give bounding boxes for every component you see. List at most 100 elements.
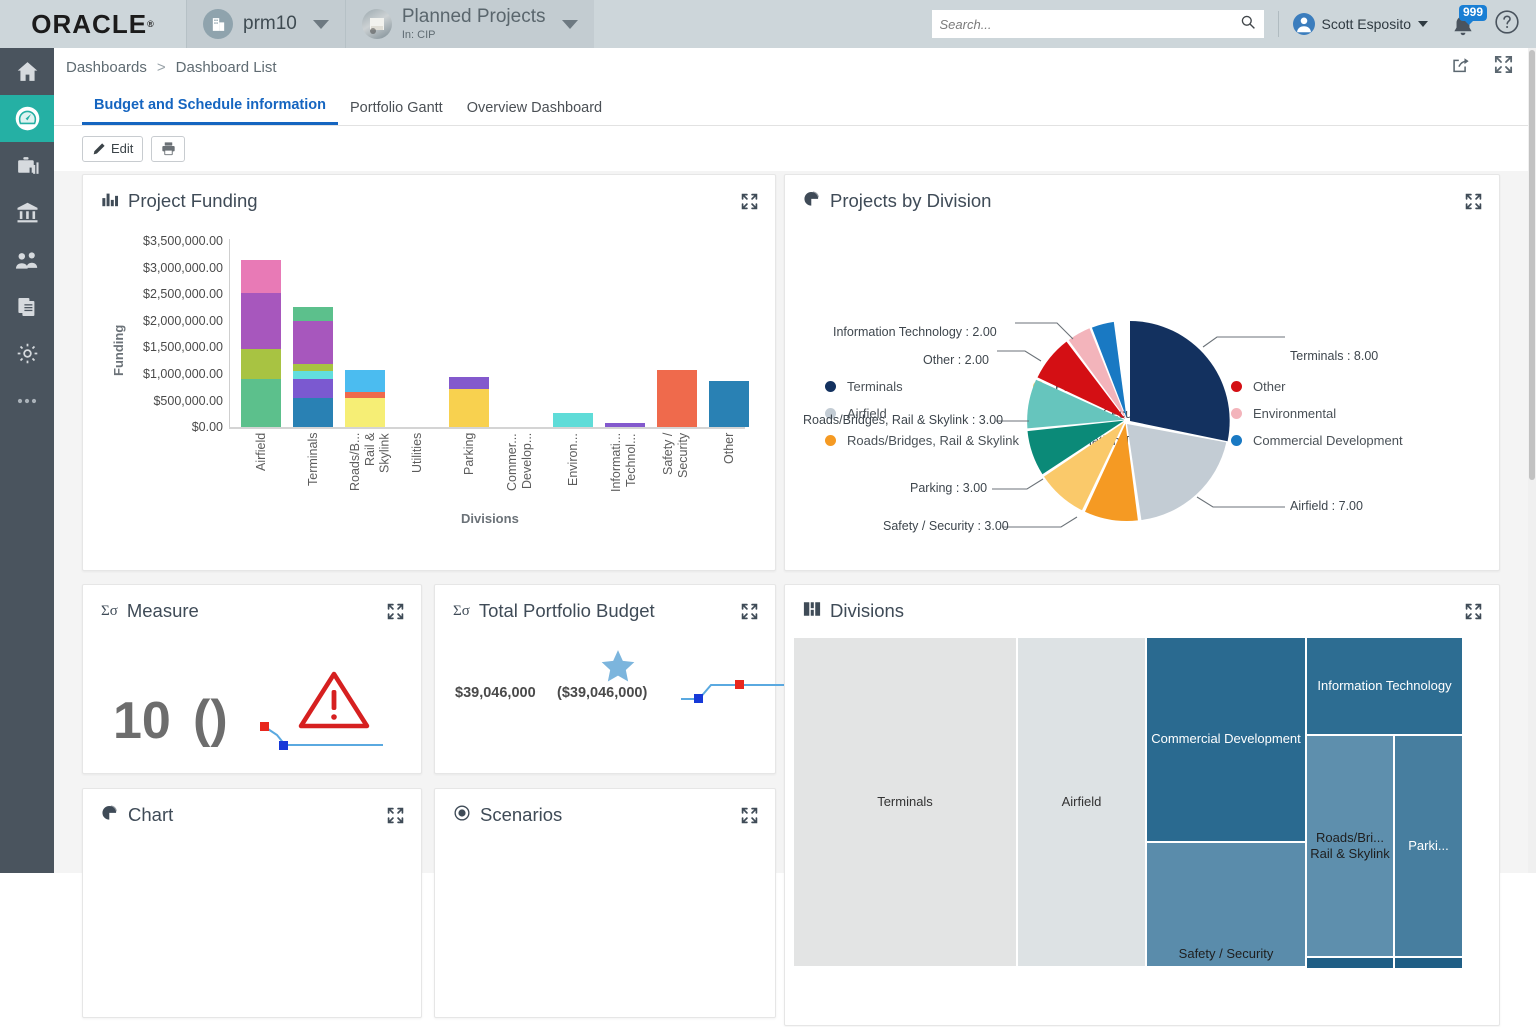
bar-segment[interactable] [241, 293, 281, 349]
pencil-icon [93, 142, 105, 154]
bar-segment[interactable] [449, 377, 489, 389]
breadcrumb: Dashboards > Dashboard List [54, 48, 1528, 86]
sidebar-item-home[interactable] [0, 48, 54, 95]
panel-header: Σσ Total Portfolio Budget [435, 585, 775, 637]
sidebar-item-portfolio[interactable] [0, 142, 54, 189]
panel-header: Project Funding [83, 175, 775, 227]
bar-segment[interactable] [241, 260, 281, 293]
registered-mark: ® [147, 19, 155, 29]
scrollbar-thumb[interactable] [1529, 50, 1535, 480]
treemap-cell[interactable]: Commercial Development [1146, 637, 1306, 842]
app-selector[interactable]: prm10 [187, 0, 345, 48]
notifications-button[interactable]: 999 [1450, 5, 1488, 39]
sparkline-icon [681, 680, 785, 703]
treemap-cell[interactable]: Airfield [1017, 637, 1146, 967]
panel-header: Projects by Division [785, 175, 1499, 227]
bar-segment[interactable] [345, 398, 385, 427]
breadcrumb-current[interactable]: Dashboard List [176, 59, 277, 76]
sidebar-item-settings[interactable] [0, 330, 54, 377]
bar-segment[interactable] [293, 321, 333, 364]
x-tick-label: Informati... Technol... [609, 433, 638, 493]
project-selector[interactable]: Planned Projects In: CIP [345, 0, 594, 48]
search-box[interactable] [931, 10, 1264, 38]
bar-segment[interactable] [553, 413, 593, 427]
bar-segment[interactable] [605, 423, 645, 427]
print-button[interactable] [151, 135, 186, 162]
tab-bar: Budget and Schedule information Portfoli… [54, 86, 1528, 126]
share-icon[interactable] [1451, 55, 1471, 80]
expand-icon[interactable] [1464, 602, 1483, 626]
pie-annotation: Parking : 3.00 [910, 481, 988, 495]
panel-header: Σσ Measure [83, 585, 421, 637]
help-button[interactable] [1494, 9, 1520, 40]
treemap-cell[interactable]: Parki... [1394, 735, 1463, 957]
printer-icon [162, 142, 175, 156]
sidebar-item-dashboards[interactable] [0, 95, 54, 142]
bar-segment[interactable] [293, 371, 333, 379]
x-tick-label: Terminals [306, 433, 320, 487]
y-tick: $2,500,000.00 [143, 287, 223, 302]
project-funding-chart: Funding $3,500,000.00 $3,000,000.00 $2,5… [83, 221, 777, 571]
x-tick-label: Roads/B... Rail & Skylink [348, 433, 392, 492]
bar-segment[interactable] [449, 389, 489, 427]
user-menu[interactable]: Scott Esposito [1292, 13, 1428, 35]
documents-icon [18, 297, 35, 316]
fullscreen-icon[interactable] [1493, 54, 1514, 80]
search-input[interactable] [939, 16, 1240, 32]
sidebar-item-resources[interactable] [0, 236, 54, 283]
sidebar-item-reports[interactable] [0, 283, 54, 330]
expand-icon[interactable] [386, 602, 405, 626]
expand-icon[interactable] [740, 602, 759, 626]
sidebar-item-more[interactable] [0, 377, 54, 424]
bar-segment[interactable] [293, 307, 333, 321]
bar-segment[interactable] [293, 398, 333, 427]
treemap-cell[interactable] [1394, 957, 1463, 969]
panel-header: Scenarios [435, 789, 775, 841]
treemap-cell[interactable]: Terminals [793, 637, 1017, 967]
tab-overview-dashboard[interactable]: Overview Dashboard [455, 100, 614, 125]
vertical-scrollbar[interactable] [1528, 48, 1536, 873]
panel-title: Project Funding [128, 190, 258, 211]
pie-annotation: Airfield : 7.00 [1290, 499, 1363, 513]
budget-value-negative: ($39,046,000) [557, 685, 648, 701]
y-tick: $1,500,000.00 [143, 340, 223, 355]
treemap-cell[interactable] [1306, 957, 1394, 969]
tab-budget-and-schedule-information[interactable]: Budget and Schedule information [82, 97, 339, 125]
gauge-icon [15, 106, 39, 131]
bar-segment[interactable] [293, 379, 333, 398]
treemap-cell[interactable]: Information Technology [1306, 637, 1463, 735]
expand-icon[interactable] [1464, 192, 1483, 216]
panel-chart: Chart [82, 788, 422, 1018]
divider [1277, 11, 1279, 37]
bar-segment[interactable] [345, 370, 385, 392]
search-icon[interactable] [1240, 14, 1256, 35]
sigma-icon: Σσ [453, 602, 470, 619]
bar-segment[interactable] [657, 370, 697, 427]
panel-title: Total Portfolio Budget [478, 600, 655, 621]
tab-portfolio-gantt[interactable]: Portfolio Gantt [338, 100, 455, 125]
edit-button[interactable]: Edit [82, 135, 144, 162]
breadcrumb-root[interactable]: Dashboards [66, 59, 147, 76]
panel-project-funding: Project Funding Funding $3,500,000.00 $3… [82, 174, 776, 571]
treemap-cell[interactable]: Roads/Bri... Rail & Skylink [1306, 735, 1394, 957]
sidebar-item-organization[interactable] [0, 189, 54, 236]
bar-segment[interactable] [241, 349, 281, 379]
pie-annotation: Terminals : 8.00 [1290, 349, 1379, 363]
chevron-down-icon[interactable] [561, 19, 578, 29]
gear-icon [17, 343, 37, 364]
oracle-logo[interactable]: ORACLE ® [0, 0, 186, 48]
expand-icon[interactable] [740, 806, 759, 830]
bank-icon [17, 202, 37, 223]
y-tick: $0.00 [191, 420, 223, 435]
treemap-cell[interactable]: Safety / Security [1146, 842, 1306, 967]
expand-icon[interactable] [386, 806, 405, 830]
project-chip-text: Planned Projects In: CIP [402, 6, 546, 42]
chevron-down-icon[interactable] [1418, 21, 1428, 27]
expand-icon[interactable] [740, 192, 759, 216]
bar-segment[interactable] [709, 381, 749, 427]
bar-segment[interactable] [241, 379, 281, 427]
bar-segment[interactable] [345, 392, 385, 398]
sparkline-icon [260, 722, 383, 750]
chevron-down-icon[interactable] [312, 19, 329, 29]
bar-segment[interactable] [293, 364, 333, 371]
